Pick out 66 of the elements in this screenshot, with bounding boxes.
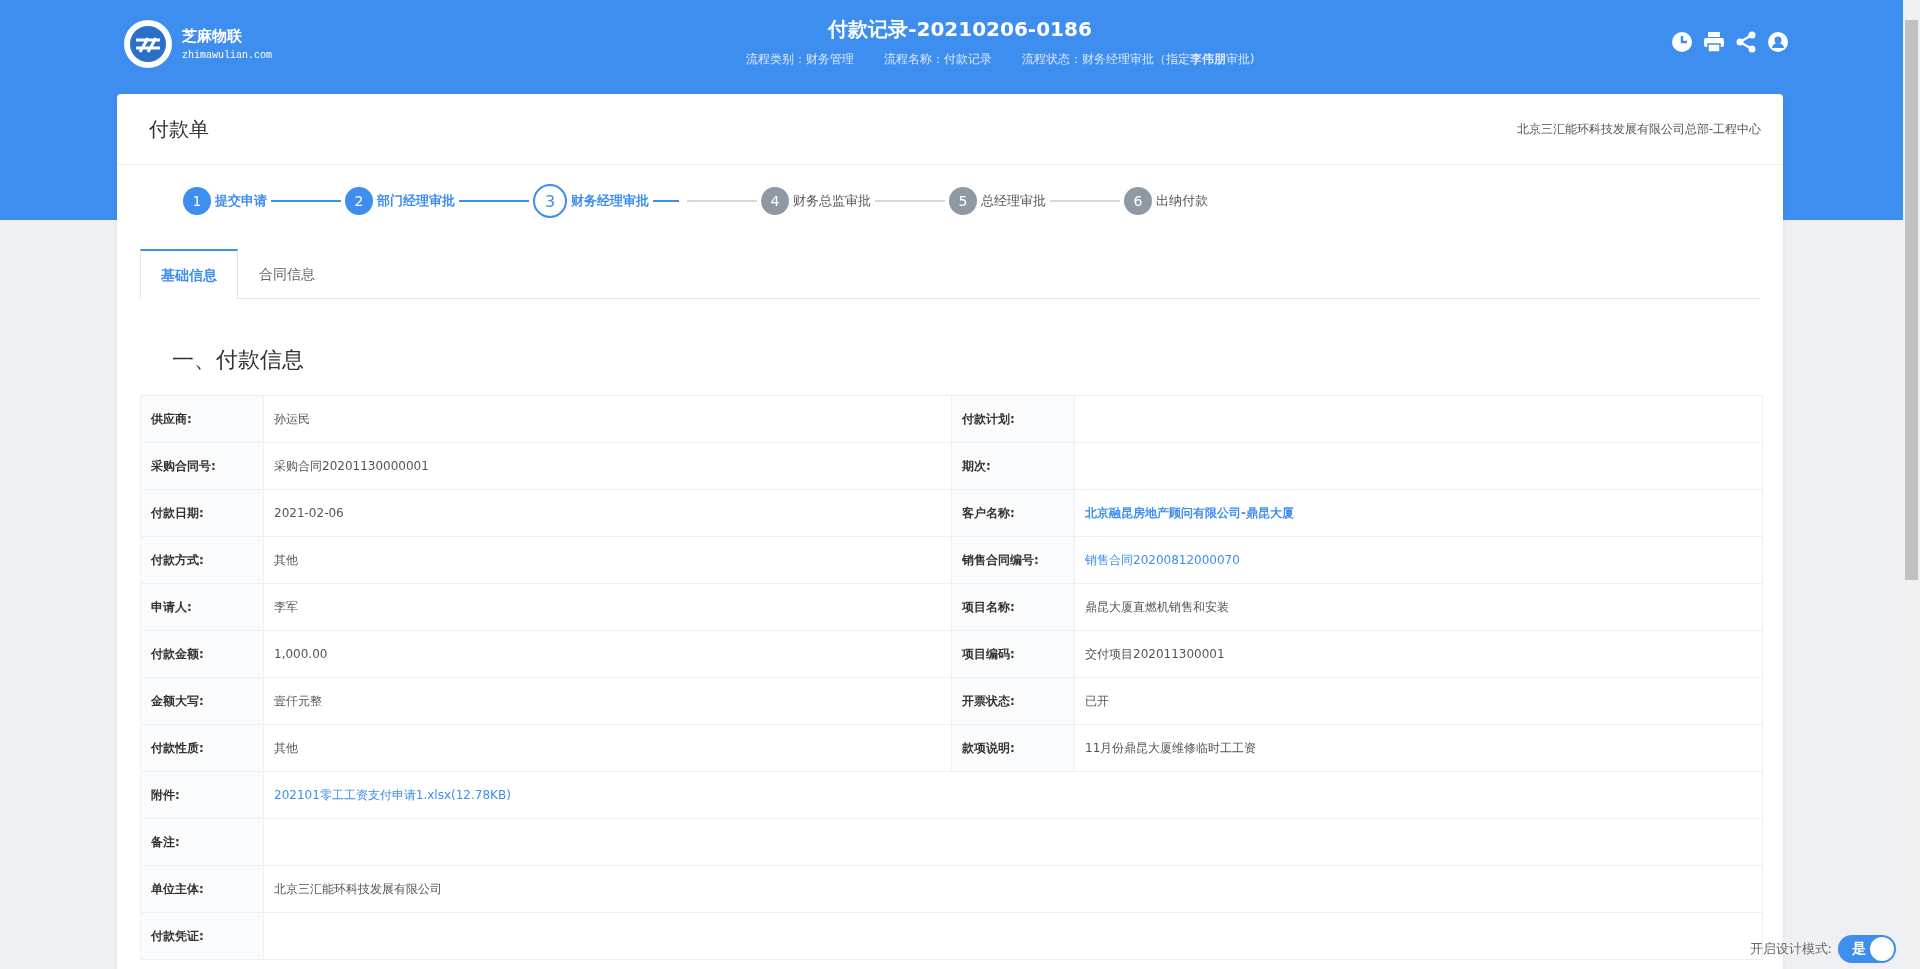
field-label: 付款方式: bbox=[140, 536, 264, 584]
organization-name: 北京三汇能环科技发展有限公司总部-工程中心 bbox=[1516, 120, 1761, 138]
field-value: 孙运民 bbox=[263, 395, 952, 443]
step-label: 部门经理审批 bbox=[377, 192, 455, 210]
step-label: 财务总监审批 bbox=[793, 192, 871, 210]
link[interactable]: 202101零工工资支付申请1.xlsx(12.78KB) bbox=[274, 787, 511, 802]
field-label: 款项说明: bbox=[951, 724, 1075, 772]
field-value: 已开 bbox=[1074, 677, 1763, 725]
field-label: 项目编码: bbox=[951, 630, 1075, 678]
step-number: 6 bbox=[1124, 187, 1152, 215]
field-label: 采购合同号: bbox=[140, 442, 264, 490]
form-title: 付款单 bbox=[149, 115, 209, 143]
section-title: 一、付款信息 bbox=[172, 346, 305, 374]
print-icon[interactable] bbox=[1702, 30, 1726, 54]
clock-icon[interactable] bbox=[1670, 30, 1694, 54]
field-label: 客户名称: bbox=[951, 489, 1075, 537]
field-label: 付款金额: bbox=[140, 630, 264, 678]
step-number: 1 bbox=[183, 187, 211, 215]
field-value: 1,000.00 bbox=[263, 630, 952, 678]
field-value: 其他 bbox=[263, 536, 952, 584]
design-mode-toggle[interactable]: 是 bbox=[1838, 935, 1896, 963]
share-icon[interactable] bbox=[1734, 30, 1758, 54]
step-number: 5 bbox=[949, 187, 977, 215]
process-info: 流程类别：财务管理 bbox=[745, 51, 854, 68]
step-number: 3 bbox=[533, 184, 567, 218]
field-label: 开票状态: bbox=[951, 677, 1075, 725]
link[interactable]: 销售合同20200812000070 bbox=[1085, 552, 1240, 567]
process-info: 流程名称：付款记录 bbox=[883, 51, 992, 68]
field-value: 采购合同20201130000001 bbox=[263, 442, 952, 490]
logo-domain: zhimawulian.com bbox=[182, 50, 272, 61]
field-value: 11月份鼎昆大厦维修临时工工资 bbox=[1074, 724, 1763, 772]
step-number: 4 bbox=[761, 187, 789, 215]
process-info: 流程状态：财务经理审批（指定李伟朋审批) bbox=[1021, 51, 1255, 68]
field-label: 付款性质: bbox=[140, 724, 264, 772]
field-value: 北京三汇能环科技发展有限公司 bbox=[263, 865, 1763, 913]
field-value: 2021-02-06 bbox=[263, 489, 952, 537]
step-label: 提交申请 bbox=[215, 192, 267, 210]
field-label: 付款计划: bbox=[951, 395, 1075, 443]
field-label: 金额大写: bbox=[140, 677, 264, 725]
field-label: 附件: bbox=[140, 771, 264, 819]
field-value: 李军 bbox=[263, 583, 952, 631]
tab[interactable]: 基础信息 bbox=[140, 249, 238, 299]
design-mode-label: 开启设计模式: bbox=[1749, 940, 1832, 958]
field-label: 销售合同编号: bbox=[951, 536, 1075, 584]
tab[interactable]: 合同信息 bbox=[238, 249, 336, 298]
page-title: 付款记录-20210206-0186 bbox=[828, 16, 1092, 43]
field-value: 交付项目202011300001 bbox=[1074, 630, 1763, 678]
field-label: 付款日期: bbox=[140, 489, 264, 537]
user-icon[interactable] bbox=[1766, 30, 1790, 54]
field-value: 壹仟元整 bbox=[263, 677, 952, 725]
step-label: 财务经理审批 bbox=[571, 192, 649, 210]
link[interactable]: 北京融昆房地产顾问有限公司-鼎昆大厦 bbox=[1085, 505, 1294, 520]
field-label: 供应商: bbox=[140, 395, 264, 443]
step-number: 2 bbox=[345, 187, 373, 215]
logo-icon bbox=[122, 18, 174, 70]
logo-name: 芝麻物联 bbox=[182, 27, 243, 46]
field-value: 鼎昆大厦直燃机销售和安装 bbox=[1074, 583, 1763, 631]
step-label: 出纳付款 bbox=[1156, 192, 1208, 210]
step-label: 总经理审批 bbox=[981, 192, 1046, 210]
field-label: 期次: bbox=[951, 442, 1075, 490]
field-label: 付款凭证: bbox=[140, 912, 264, 960]
field-label: 申请人: bbox=[140, 583, 264, 631]
field-value: 其他 bbox=[263, 724, 952, 772]
field-label: 备注: bbox=[140, 818, 264, 866]
field-label: 项目名称: bbox=[951, 583, 1075, 631]
field-label: 单位主体: bbox=[140, 865, 264, 913]
